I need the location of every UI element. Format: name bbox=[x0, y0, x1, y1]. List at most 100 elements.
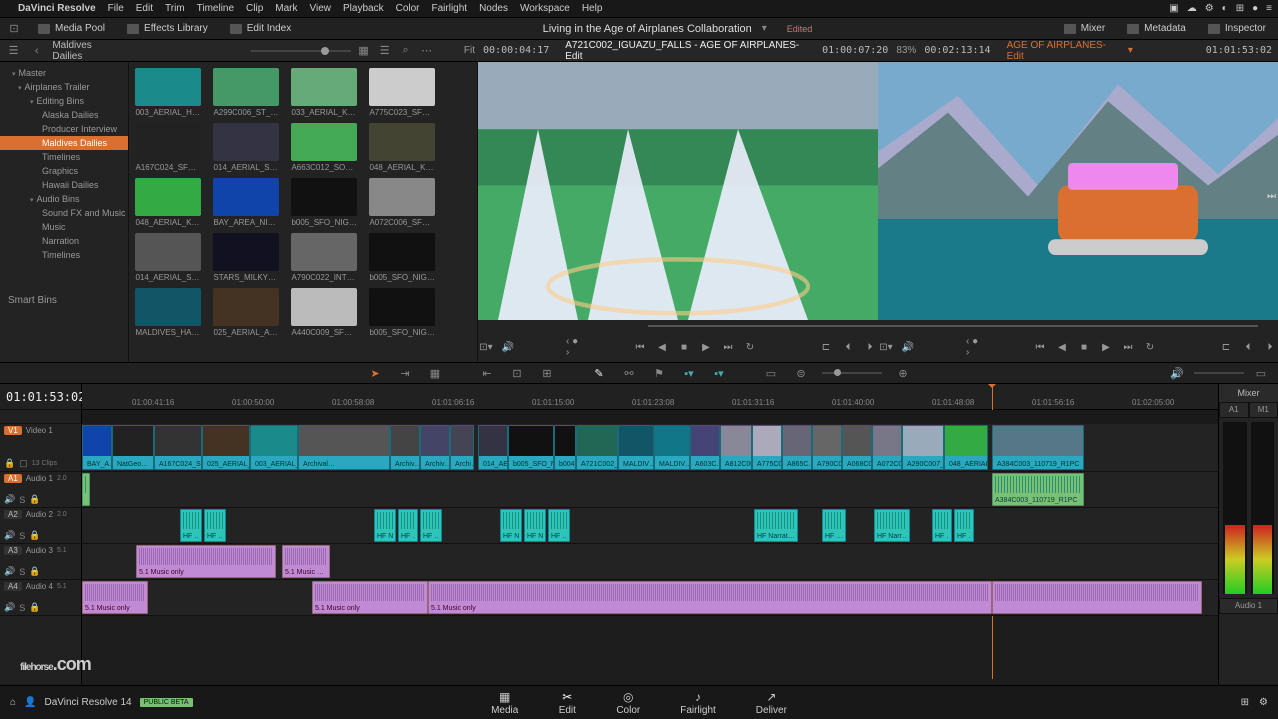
timeline-audio-clip[interactable]: HF Narrat… bbox=[754, 509, 798, 542]
zoom-fit-icon[interactable]: ⊕ bbox=[894, 365, 912, 381]
clip-thumbnail[interactable]: 025_AERIAL_ALASKA_S… bbox=[213, 288, 279, 337]
inspector-toggle[interactable]: Inspector bbox=[1202, 21, 1272, 36]
page-tab-deliver[interactable]: ↗Deliver bbox=[756, 690, 787, 716]
bin-node[interactable]: Maldives Dailies bbox=[0, 136, 128, 150]
program-viewer[interactable] bbox=[878, 62, 1278, 320]
mute-icon[interactable]: 🔊 bbox=[4, 494, 15, 505]
play-icon[interactable]: ▶ bbox=[1098, 339, 1114, 355]
timeline-audio-clip[interactable]: HF N… bbox=[524, 509, 546, 542]
track-header-a3[interactable]: A3Audio 35.1 🔊S🔒 bbox=[0, 544, 81, 580]
overwrite-icon[interactable]: ⊡ bbox=[508, 365, 526, 381]
flag-icon[interactable]: ⚑ bbox=[650, 365, 668, 381]
timeline-video-clip[interactable]: b005_SFO_NIGH… bbox=[508, 425, 554, 470]
menu-fairlight[interactable]: Fairlight bbox=[432, 3, 468, 14]
timeline-video-clip[interactable]: Archiv… bbox=[390, 425, 420, 470]
menu-trim[interactable]: Trim bbox=[165, 3, 185, 14]
next-edit-icon[interactable]: ⏭ bbox=[1267, 191, 1276, 202]
menu-timeline[interactable]: Timeline bbox=[197, 3, 234, 14]
page-tab-media[interactable]: ▦Media bbox=[491, 690, 518, 716]
volume-slider[interactable] bbox=[1194, 372, 1244, 374]
timeline-video-clip[interactable]: MALDIV… bbox=[654, 425, 690, 470]
timeline-audio-clip[interactable] bbox=[82, 473, 90, 506]
timeline-video-clip[interactable]: Archi… bbox=[450, 425, 474, 470]
timeline-audio-clip[interactable]: 5.1 Music only bbox=[82, 581, 148, 614]
timeline-video-clip[interactable]: 014_AERI… bbox=[478, 425, 508, 470]
zoom-slider[interactable] bbox=[822, 372, 882, 374]
loop-icon[interactable]: ↻ bbox=[1142, 339, 1158, 355]
timeline-video-clip[interactable]: Archival… bbox=[298, 425, 390, 470]
last-frame-icon[interactable]: ⏭ bbox=[720, 339, 736, 355]
match-frame-icon[interactable]: ‹ ● › bbox=[566, 339, 582, 355]
bin-back-icon[interactable]: ‹ bbox=[29, 43, 44, 59]
page-tab-edit[interactable]: ✂Edit bbox=[558, 690, 576, 716]
clip-thumbnail[interactable]: 014_AERIAL_SFO bbox=[213, 123, 279, 172]
collapse-left-icon[interactable]: ⊡ bbox=[6, 21, 22, 37]
source-fit[interactable]: Fit bbox=[464, 45, 475, 56]
snap-icon[interactable]: ▭ bbox=[762, 365, 780, 381]
prev-mark-icon[interactable]: ⏴ bbox=[1240, 339, 1256, 355]
loop-icon[interactable]: ↻ bbox=[742, 339, 758, 355]
clip-thumbnail[interactable]: A440C009_SFO_LUFT_S… bbox=[291, 288, 357, 337]
timeline-video-clip[interactable]: MALDIV… bbox=[618, 425, 654, 470]
menu-edit[interactable]: Edit bbox=[136, 3, 153, 14]
play-reverse-icon[interactable]: ◀ bbox=[654, 339, 670, 355]
stop-icon[interactable]: ■ bbox=[676, 339, 692, 355]
timeline-audio-clip[interactable]: HF … bbox=[932, 509, 952, 542]
menu-playback[interactable]: Playback bbox=[343, 3, 384, 14]
view-list-icon[interactable]: ☰ bbox=[377, 43, 393, 59]
timeline-video-clip[interactable]: 003_AERIAL_HA… bbox=[250, 425, 298, 470]
audio-track-3[interactable]: 5.1 Music only5.1 Music … bbox=[82, 544, 1218, 580]
stop-icon[interactable]: ■ bbox=[1076, 339, 1092, 355]
timeline-video-clip[interactable]: A290C007_ST… bbox=[902, 425, 944, 470]
timeline-video-clip[interactable]: BAY_A… bbox=[82, 425, 112, 470]
timeline-audio-clip[interactable]: HF … bbox=[420, 509, 442, 542]
mixer-toggle[interactable]: Mixer bbox=[1058, 21, 1111, 36]
bin-node[interactable]: Hawaii Dailies bbox=[0, 178, 128, 192]
viewer-mode-icon[interactable]: ⊡▾ bbox=[878, 339, 894, 355]
source-viewer[interactable] bbox=[478, 62, 878, 320]
bin-node[interactable]: Timelines bbox=[0, 150, 128, 164]
timeline-audio-clip[interactable]: HF … bbox=[204, 509, 226, 542]
timeline-video-clip[interactable]: A790C0… bbox=[812, 425, 842, 470]
clip-thumbnail[interactable]: 048_AERIAL_KENYA_07… bbox=[369, 123, 435, 172]
timeline-video-clip[interactable]: A603C… bbox=[690, 425, 720, 470]
first-frame-icon[interactable]: ⏮ bbox=[1032, 339, 1048, 355]
timeline-video-clip[interactable]: 048_AERIAL… bbox=[944, 425, 988, 470]
project-chevron-icon[interactable]: ▾ bbox=[762, 23, 767, 34]
bin-node[interactable]: Alaska Dailies bbox=[0, 108, 128, 122]
solo-icon[interactable]: S bbox=[19, 495, 25, 505]
blade-tool-icon[interactable]: ▦ bbox=[426, 365, 444, 381]
clip-thumbnail[interactable]: MALDIVES_HALF_IN_HA… bbox=[135, 288, 201, 337]
effects-library-toggle[interactable]: Effects Library bbox=[121, 21, 214, 36]
lock-icon[interactable]: 🔒 bbox=[29, 494, 40, 505]
replace-icon[interactable]: ⊞ bbox=[538, 365, 556, 381]
clip-thumbnail[interactable]: A775C023_SFO_CHINA… bbox=[369, 68, 435, 117]
next-mark-icon[interactable]: ⏵ bbox=[862, 339, 878, 355]
clip-thumbnail[interactable]: A790C022_INT_TERMIN… bbox=[291, 233, 357, 282]
bin-node[interactable]: Master bbox=[0, 66, 128, 80]
track-header-a2[interactable]: A2Audio 22.0 🔊S🔒 bbox=[0, 508, 81, 544]
timeline-video-clip[interactable]: Archiv… bbox=[420, 425, 450, 470]
timeline-audio-clip[interactable]: 5.1 Music only bbox=[136, 545, 276, 578]
bin-node[interactable]: Timelines bbox=[0, 248, 128, 262]
clip-thumbnail[interactable]: A663C012_SOUTH_POL… bbox=[291, 123, 357, 172]
last-frame-icon[interactable]: ⏭ bbox=[1120, 339, 1136, 355]
media-pool-toggle[interactable]: Media Pool bbox=[32, 21, 111, 36]
viewer-mode-icon[interactable]: ⊡▾ bbox=[478, 339, 494, 355]
clip-thumbnail[interactable]: A072C006_SFO_gate bbox=[369, 178, 435, 227]
menu-view[interactable]: View bbox=[310, 3, 332, 14]
timeline-audio-clip[interactable]: HF … bbox=[822, 509, 846, 542]
track-header-a4[interactable]: A4Audio 45.1 🔊S🔒 bbox=[0, 580, 81, 616]
options-icon[interactable]: ⋯ bbox=[419, 43, 435, 59]
trim-tool-icon[interactable]: ⇥ bbox=[396, 365, 414, 381]
link-icon[interactable]: ⚯ bbox=[620, 365, 638, 381]
track-header-a1[interactable]: A1Audio 12.0 🔊S🔒 bbox=[0, 472, 81, 508]
timeline-chevron-icon[interactable]: ▾ bbox=[1128, 45, 1133, 56]
prev-mark-icon[interactable]: ⏴ bbox=[840, 339, 856, 355]
marker-blue-icon[interactable]: ▪▾ bbox=[680, 365, 698, 381]
track-header-v1[interactable]: V1Video 1 🔒▢13 Clips bbox=[0, 424, 81, 472]
play-icon[interactable]: ▶ bbox=[698, 339, 714, 355]
bin-node[interactable]: Audio Bins bbox=[0, 192, 128, 206]
timeline-audio-clip[interactable]: 5.1 Music … bbox=[282, 545, 330, 578]
next-mark-icon[interactable]: ⏵ bbox=[1262, 339, 1278, 355]
